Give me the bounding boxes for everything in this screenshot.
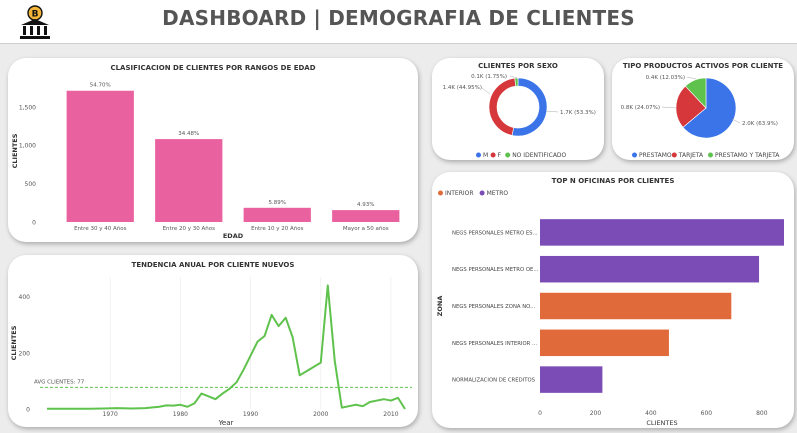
sex-leader-line [545, 110, 559, 113]
sex-card: CLIENTES POR SEXO 1.7K (53.3%) 1.4K (44.9… [432, 58, 604, 160]
trend-ytick-label: 0 [26, 407, 30, 414]
offices-x-axis-title: CLIENTES [646, 419, 677, 427]
age-ytick-label: 0 [32, 220, 36, 227]
trend-x-axis-title: Year [218, 419, 234, 427]
age-ytick-label: 500 [25, 181, 37, 188]
sex-legend-label: NO IDENTIFICADO [512, 152, 566, 159]
sex-slice [488, 77, 517, 136]
age-category-label: Entre 10 y 20 Años [251, 226, 304, 232]
offices-category-label: NORMALIZACION DE CREDITOS [452, 378, 536, 384]
products-legend-marker [671, 152, 677, 158]
products-legend-label: PRESTAMO [639, 152, 672, 159]
offices-bar [540, 292, 732, 320]
age-data-label: 34.48% [178, 131, 199, 137]
age-bar [155, 139, 223, 222]
products-data-label: 0.8K (24.07%) [621, 105, 660, 111]
age-ytick-label: 1,500 [19, 104, 36, 111]
trend-xtick-label: 2010 [383, 411, 398, 418]
trend-xtick-label: 1990 [243, 411, 258, 418]
trend-xtick-label: 1980 [173, 411, 188, 418]
products-legend-marker [708, 152, 713, 158]
age-category-label: Entre 30 y 40 Años [74, 226, 127, 232]
trend-card: TENDENCIA ANUAL POR CLIENTE NUEVOS 1970 1… [8, 255, 418, 427]
offices-bar [540, 329, 669, 357]
offices-xtick-label: 800 [756, 410, 768, 417]
offices-category-label: NEGS PERSONALES INTERIOR ... [452, 341, 537, 347]
products-data-label: 2.0K (63.9%) [742, 121, 778, 127]
dashboard-header: B DASHBOARD | DEMOGRAFIA DE CLIENTES [0, 0, 797, 44]
products-card: TIPO PRODUCTOS ACTIVOS POR CLIENTE 2.0K … [612, 58, 794, 160]
offices-category-label: NEGS PERSONALES METRO OE... [452, 267, 539, 273]
offices-legend-marker [438, 190, 443, 196]
trend-xtick-label: 2000 [313, 411, 328, 418]
products-legend-label: TARJETA [678, 152, 704, 159]
age-range-card: CLASIFICACION DE CLIENTES POR RANGOS DE … [8, 58, 418, 242]
trend-y-axis-title: CLIENTES [10, 325, 18, 360]
trend-line-chart: 1970 1980 1990 2000 2010 0 200 400 AVG CLIENTES:… [10, 277, 412, 427]
offices-legend-label: METRO [487, 190, 509, 197]
age-y-axis-title: CLIENTES [11, 133, 19, 168]
offices-category-label: NEGS PERSONALES METRO ES... [452, 230, 538, 236]
age-x-axis-title: EDAD [223, 232, 244, 240]
sex-slice [511, 77, 548, 137]
offices-bar [540, 219, 784, 246]
sex-legend-label: M [483, 152, 488, 159]
age-bar [332, 210, 400, 222]
trend-series-line [47, 284, 406, 410]
trend-xtick-label: 1970 [103, 411, 118, 418]
trend-ytick-label: 400 [19, 294, 31, 301]
sex-legend-label: F [498, 152, 502, 159]
offices-xtick-label: 600 [701, 410, 713, 417]
offices-card: TOP N OFICINAS POR CLIENTES INTERIOR METR… [432, 172, 794, 428]
sex-legend-marker [490, 152, 496, 158]
offices-xtick-label: 200 [590, 410, 602, 417]
offices-xtick-label: 0 [538, 410, 542, 417]
sex-data-label: 1.4K (44.95%) [443, 85, 482, 91]
products-legend-marker [632, 152, 637, 158]
age-bar-chart: 0 500 1,000 1,500 54.70% Entre 30 y 40 Años 34… [11, 83, 400, 240]
age-bar [243, 207, 311, 222]
offices-legend-marker [479, 190, 485, 196]
products-leader-line [661, 106, 677, 109]
sex-slice [514, 77, 519, 87]
age-category-label: Mayor a 50 años [343, 226, 389, 232]
sex-leader-line [481, 87, 491, 95]
age-data-label: 4.93% [357, 202, 374, 208]
products-legend-label: PRESTAMO Y TARJETA [715, 152, 780, 159]
page-title: DASHBOARD | DEMOGRAFIA DE CLIENTES [162, 6, 635, 30]
sex-legend-marker [505, 152, 511, 158]
offices-legend-label: INTERIOR [445, 190, 474, 197]
sex-data-label: 1.7K (53.3%) [560, 110, 596, 116]
trend-ytick-label: 200 [19, 350, 31, 357]
sex-donut-chart: 1.7K (53.3%) 1.4K (44.95%) 0.1K (1.75%) M F N… [443, 74, 596, 159]
age-data-label: 54.70% [90, 83, 111, 89]
offices-bar-chart: INTERIOR METRO 0 200 400 600 800 NEGS PERSONALE… [436, 190, 784, 427]
sex-data-label: 0.1K (1.75%) [471, 74, 507, 80]
offices-bar [540, 366, 603, 393]
age-ytick-label: 1,000 [19, 143, 36, 150]
products-pie-chart: 2.0K (63.9%) 0.8K (24.07%) 0.4K (12.03%) PR… [621, 75, 781, 159]
trend-average-label: AVG CLIENTES: 77 [34, 379, 85, 385]
offices-y-axis-title: ZONA [436, 296, 444, 317]
age-category-label: Entre 20 y 30 Años [163, 226, 216, 232]
products-leader-line [686, 76, 697, 80]
age-data-label: 5.89% [269, 200, 286, 206]
products-data-label: 0.4K (12.03%) [646, 75, 685, 81]
sex-leader-line [509, 75, 518, 79]
offices-bar [540, 255, 760, 283]
offices-xtick-label: 400 [645, 410, 657, 417]
sex-legend-marker [476, 152, 481, 158]
age-bar [66, 90, 134, 222]
offices-category-label: NEGS PERSONALES ZONA NO... [452, 304, 535, 310]
